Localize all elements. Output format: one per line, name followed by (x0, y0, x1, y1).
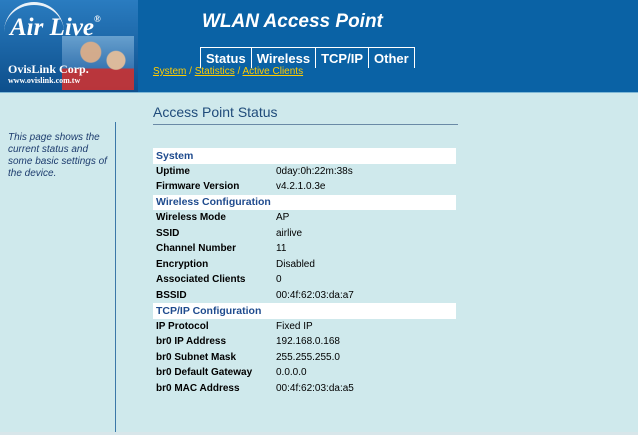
table-row: br0 IP Address 192.168.0.168 (153, 334, 456, 350)
status-table: System Uptime 0day:0h:22m:38s Firmware V… (153, 148, 456, 396)
row-label: Firmware Version (156, 181, 240, 193)
table-row: br0 Default Gateway 0.0.0.0 (153, 365, 456, 381)
table-row: Encryption Disabled (153, 257, 456, 273)
tab-status[interactable]: Status (200, 47, 251, 68)
breadcrumb-statistics-link[interactable]: Statistics (195, 66, 235, 77)
table-row: Associated Clients 0 (153, 272, 456, 288)
section-header-tcpip: TCP/IP Configuration (153, 303, 456, 319)
row-label: Channel Number (156, 243, 237, 255)
breadcrumb: System / Statistics / Active Clients (153, 66, 303, 77)
title-rule (153, 124, 458, 125)
row-value: 0 (276, 274, 282, 286)
table-row: IP Protocol Fixed IP (153, 319, 456, 335)
registered-mark: ® (94, 14, 101, 24)
section-heading: Wireless Configuration (153, 194, 456, 210)
row-value: AP (276, 212, 290, 224)
tab-tcpip[interactable]: TCP/IP (315, 47, 368, 68)
sidebar-divider (115, 122, 116, 432)
airlive-logo: Air Live® OvisLink Corp. www.ovislink.co… (0, 0, 138, 92)
row-label: BSSID (156, 289, 187, 301)
table-row: Channel Number 11 (153, 241, 456, 257)
page-title: Access Point Status (153, 104, 278, 120)
logo-corp-name: OvisLink Corp. (8, 62, 89, 76)
breadcrumb-active-clients-link[interactable]: Active Clients (243, 66, 304, 77)
row-value: 00:4f:62:03:da:a7 (276, 289, 354, 301)
row-value: v4.2.1.0.3e (276, 181, 326, 193)
section-heading: TCP/IP Configuration (153, 303, 456, 319)
row-value: 192.168.0.168 (276, 336, 340, 348)
table-row: Uptime 0day:0h:22m:38s (153, 164, 456, 180)
row-label: Wireless Mode (156, 212, 226, 224)
table-row: Firmware Version v4.2.1.0.3e (153, 179, 456, 195)
table-row: Wireless Mode AP (153, 210, 456, 226)
row-label: br0 Subnet Mask (156, 351, 237, 363)
breadcrumb-system-link[interactable]: System (153, 66, 186, 77)
row-label: br0 Default Gateway (156, 367, 253, 379)
breadcrumb-separator: / (237, 66, 241, 77)
table-row: BSSID 00:4f:62:03:da:a7 (153, 288, 456, 304)
sidebar-help-text: This page shows the current status and s… (8, 132, 107, 179)
app-title: WLAN Access Point (202, 11, 383, 32)
row-value: 00:4f:62:03:da:a5 (276, 382, 354, 394)
row-label: Uptime (156, 165, 190, 177)
table-row: br0 Subnet Mask 255.255.255.0 (153, 350, 456, 366)
row-value: 255.255.255.0 (276, 351, 340, 363)
row-label: SSID (156, 227, 180, 239)
section-header-wireless: Wireless Configuration (153, 194, 456, 210)
row-label: br0 MAC Address (156, 382, 240, 394)
logo-url: www.ovislink.com.tw (8, 76, 81, 85)
row-value: 0.0.0.0 (276, 367, 307, 379)
row-value: Disabled (276, 258, 315, 270)
tab-wireless[interactable]: Wireless (250, 47, 316, 68)
row-value: 0day:0h:22m:38s (276, 165, 353, 177)
header-divider (0, 92, 638, 93)
row-label: Encryption (156, 258, 209, 270)
row-label: br0 IP Address (156, 336, 227, 348)
table-row: br0 MAC Address 00:4f:62:03:da:a5 (153, 381, 456, 397)
row-value: airlive (276, 227, 303, 239)
row-value: Fixed IP (276, 320, 313, 332)
main-tabs: Status Wireless TCP/IP Other (200, 47, 415, 68)
tab-other[interactable]: Other (368, 47, 415, 68)
header-banner: Air Live® OvisLink Corp. www.ovislink.co… (0, 0, 638, 92)
section-header-system: System (153, 148, 456, 164)
section-heading: System (153, 148, 456, 164)
row-value: 11 (276, 243, 287, 255)
row-label: Associated Clients (156, 274, 246, 286)
breadcrumb-separator: / (189, 66, 192, 77)
table-row: SSID airlive (153, 226, 456, 242)
row-label: IP Protocol (156, 320, 209, 332)
